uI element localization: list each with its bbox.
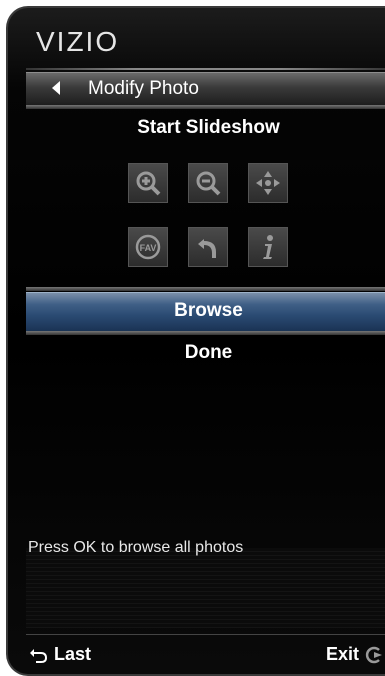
info-icon[interactable]: [248, 227, 288, 267]
rotate-icon[interactable]: [188, 227, 228, 267]
zoom-out-icon[interactable]: [188, 163, 228, 203]
footer-divider: [26, 634, 385, 635]
exit-button[interactable]: Exit: [326, 644, 385, 665]
exit-label: Exit: [325, 644, 359, 664]
exit-icon: [365, 646, 382, 663]
hint-text: Press OK to browse all photos: [28, 539, 244, 556]
menu-item-start-slideshow[interactable]: Start Slideshow: [26, 117, 385, 139]
menu-divider: [26, 287, 385, 291]
hint-area: [26, 548, 385, 628]
header-divider: [26, 105, 385, 109]
menu-item-browse[interactable]: Browse: [26, 300, 385, 322]
return-arrow-icon: [30, 648, 47, 663]
last-button[interactable]: Last: [28, 644, 91, 665]
back-arrow-icon[interactable]: [52, 81, 60, 95]
vizio-logo: VIZIO: [36, 26, 120, 57]
last-label: Last: [54, 644, 92, 664]
brand-divider: [26, 68, 385, 70]
menu-divider: [26, 331, 385, 335]
zoom-in-icon[interactable]: [128, 163, 168, 203]
pan-move-icon[interactable]: [248, 163, 288, 203]
menu-item-done[interactable]: Done: [26, 342, 385, 364]
svg-text:FAV: FAV: [140, 243, 157, 253]
menu-title: Modify Photo: [88, 78, 199, 99]
tv-menu-panel: VIZIO Modify Photo Start Slideshow FAV B…: [6, 6, 385, 676]
favorite-icon[interactable]: FAV: [128, 227, 168, 267]
menu-header: Modify Photo: [26, 72, 385, 105]
